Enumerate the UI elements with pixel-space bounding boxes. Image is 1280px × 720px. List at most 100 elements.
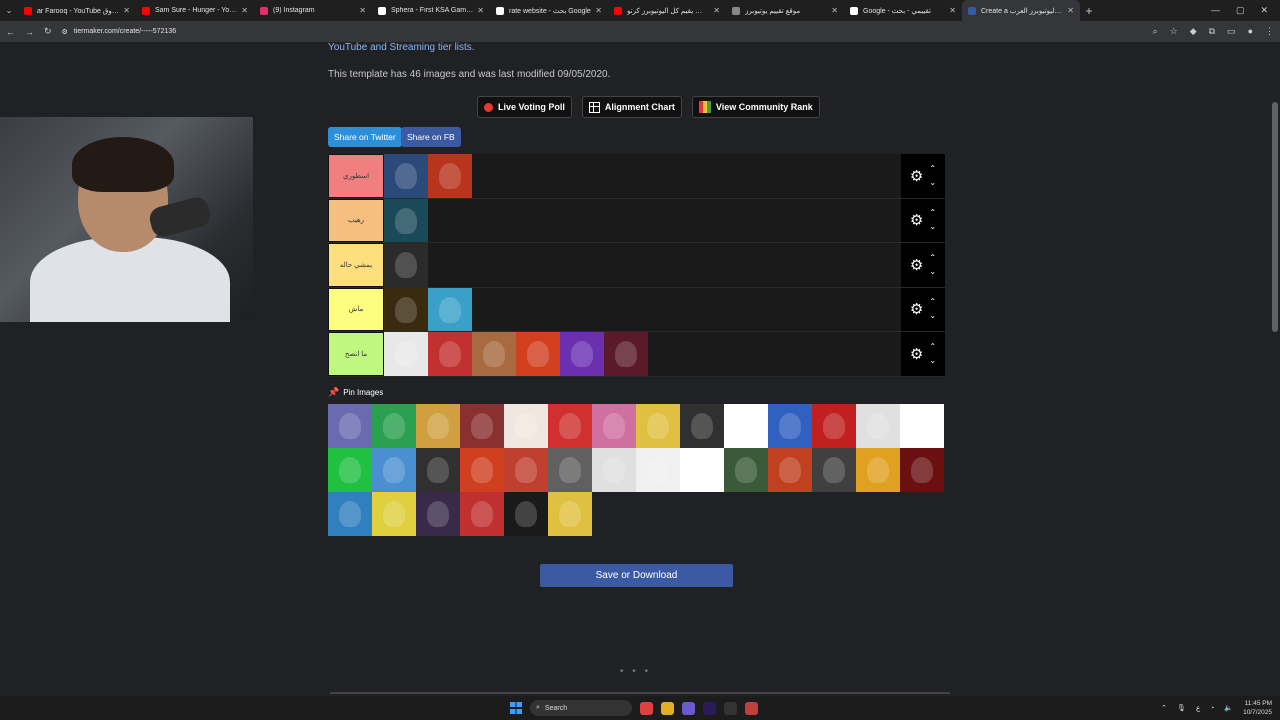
maximize-icon[interactable]: ▢	[1236, 5, 1245, 16]
chevron-up-icon[interactable]: ⌃	[929, 206, 936, 220]
pool-image[interactable]	[636, 448, 680, 492]
sidebar-icon[interactable]: ▭	[1227, 26, 1236, 37]
windows-start-icon[interactable]	[510, 702, 522, 714]
tier-image[interactable]	[384, 332, 428, 376]
pool-image[interactable]	[812, 404, 856, 448]
alignment-chart-button[interactable]: Alignment Chart	[581, 96, 682, 118]
file-explorer-icon[interactable]	[661, 701, 674, 715]
mic-icon[interactable]: 🎙	[1177, 704, 1186, 712]
share-fb-button[interactable]: Share on FB	[401, 127, 461, 147]
pool-image[interactable]	[900, 448, 944, 492]
browser-tab[interactable]: موقع تقييم يوتيوبرز ✕	[726, 0, 844, 21]
save-download-button[interactable]: Save or Download	[540, 564, 733, 587]
taskbar-search[interactable]: ⌕ Search	[530, 700, 632, 716]
live-voting-button[interactable]: Live Voting Poll	[477, 96, 572, 118]
chevron-up-icon[interactable]: ⌃	[929, 295, 936, 309]
tier-items[interactable]	[384, 154, 901, 198]
tier-image[interactable]	[384, 198, 428, 242]
share-twitter-button[interactable]: Share on Twitter	[328, 127, 402, 147]
pool-image[interactable]	[592, 448, 636, 492]
app-icon[interactable]	[745, 701, 758, 715]
tier-items[interactable]	[384, 287, 901, 331]
tier-image[interactable]	[428, 154, 472, 198]
tier-items[interactable]	[384, 243, 901, 287]
tier-label[interactable]: ما انصح	[328, 332, 384, 376]
zoom-icon[interactable]: ⌕	[1153, 26, 1158, 37]
tab-close-icon[interactable]: ✕	[359, 6, 366, 15]
wifi-icon[interactable]: ◔	[1210, 705, 1214, 712]
forward-icon[interactable]: →	[25, 27, 34, 37]
page-scrollbar[interactable]	[1272, 102, 1278, 332]
tier-image[interactable]	[384, 243, 428, 287]
pool-image[interactable]	[856, 404, 900, 448]
tab-search-icon[interactable]: ⌄	[0, 6, 18, 15]
tab-close-icon[interactable]: ✕	[713, 6, 720, 15]
browser-tab[interactable]: ar Farooq - YouTube عمر فاروق✕	[18, 0, 136, 21]
pool-image[interactable]	[416, 404, 460, 448]
pool-image[interactable]	[724, 448, 768, 492]
language-indicator[interactable]: ع	[1196, 704, 1200, 712]
pool-image[interactable]	[372, 448, 416, 492]
tier-label[interactable]: يمشي حاله	[328, 243, 384, 287]
site-info-icon[interactable]: ⚙	[62, 28, 68, 36]
pool-image[interactable]	[504, 404, 548, 448]
tier-image[interactable]	[384, 287, 428, 331]
discord-icon[interactable]	[682, 701, 695, 715]
browser-tab[interactable]: Sphera - First KSA Game Serv ✕	[372, 0, 490, 21]
tier-image[interactable]	[428, 287, 472, 331]
pool-image[interactable]	[328, 448, 372, 492]
tier-image[interactable]	[604, 332, 648, 376]
pool-image[interactable]	[768, 404, 812, 448]
pool-image[interactable]	[724, 404, 768, 448]
gear-icon[interactable]: ⚙	[910, 345, 923, 363]
chevron-down-icon[interactable]: ⌄	[929, 176, 936, 190]
pool-image[interactable]	[460, 404, 504, 448]
new-tab-button[interactable]: +	[1080, 4, 1098, 18]
tier-list-link[interactable]: YouTube and Streaming tier lists.	[328, 42, 475, 53]
pool-image[interactable]	[680, 448, 724, 492]
clock[interactable]: 11:45 PM 10/7/2025	[1243, 699, 1272, 717]
browser-tab[interactable]: Create a العرب اليوتيوبرز العرب ✕	[962, 0, 1080, 21]
tab-close-icon[interactable]: ✕	[477, 6, 484, 15]
pool-image[interactable]	[372, 404, 416, 448]
extension-icon[interactable]: ◆	[1190, 26, 1197, 37]
reload-icon[interactable]: ↻	[44, 26, 52, 37]
url-field[interactable]: ⚙ tiermaker.com/create/-----572136	[62, 28, 1143, 36]
chevron-up-icon[interactable]: ⌃	[929, 340, 936, 354]
tab-close-icon[interactable]: ✕	[1067, 6, 1074, 15]
pool-image[interactable]	[372, 492, 416, 536]
close-window-icon[interactable]: ✕	[1260, 5, 1268, 16]
browser-tab[interactable]: Sam Sure - Hunger - YouTu ✕	[136, 0, 254, 21]
minimize-icon[interactable]: —	[1211, 5, 1220, 16]
gear-icon[interactable]: ⚙	[910, 211, 923, 229]
chevron-up-icon[interactable]: ⌃	[929, 162, 936, 176]
tier-items[interactable]	[384, 198, 901, 242]
pool-image[interactable]	[812, 448, 856, 492]
pool-image[interactable]	[416, 448, 460, 492]
pool-image[interactable]	[768, 448, 812, 492]
menu-icon[interactable]: ⋮	[1265, 26, 1274, 37]
gear-icon[interactable]: ⚙	[910, 256, 923, 274]
pool-image[interactable]	[680, 404, 724, 448]
gear-icon[interactable]: ⚙	[910, 300, 923, 318]
pool-image[interactable]	[460, 448, 504, 492]
extensions-puzzle-icon[interactable]: ⧉	[1209, 26, 1215, 37]
chrome-icon[interactable]	[640, 701, 653, 715]
tab-close-icon[interactable]: ✕	[831, 6, 838, 15]
chevron-down-icon[interactable]: ⌄	[929, 265, 936, 279]
pool-image[interactable]	[548, 492, 592, 536]
pool-image[interactable]	[548, 404, 592, 448]
pool-image[interactable]	[636, 404, 680, 448]
community-rank-button[interactable]: View Community Rank	[691, 96, 820, 118]
chevron-down-icon[interactable]: ⌄	[929, 220, 936, 234]
tier-image[interactable]	[428, 332, 472, 376]
pool-image[interactable]	[856, 448, 900, 492]
tab-close-icon[interactable]: ✕	[949, 6, 956, 15]
gear-icon[interactable]: ⚙	[910, 167, 923, 185]
tier-image[interactable]	[516, 332, 560, 376]
tray-chevron-icon[interactable]: ⌃	[1161, 704, 1167, 712]
pool-image[interactable]	[592, 404, 636, 448]
tier-label[interactable]: اسطوري	[328, 154, 384, 198]
browser-tab[interactable]: rate website - بحث Google ✕	[490, 0, 608, 21]
tier-label[interactable]: ماش	[328, 287, 384, 331]
